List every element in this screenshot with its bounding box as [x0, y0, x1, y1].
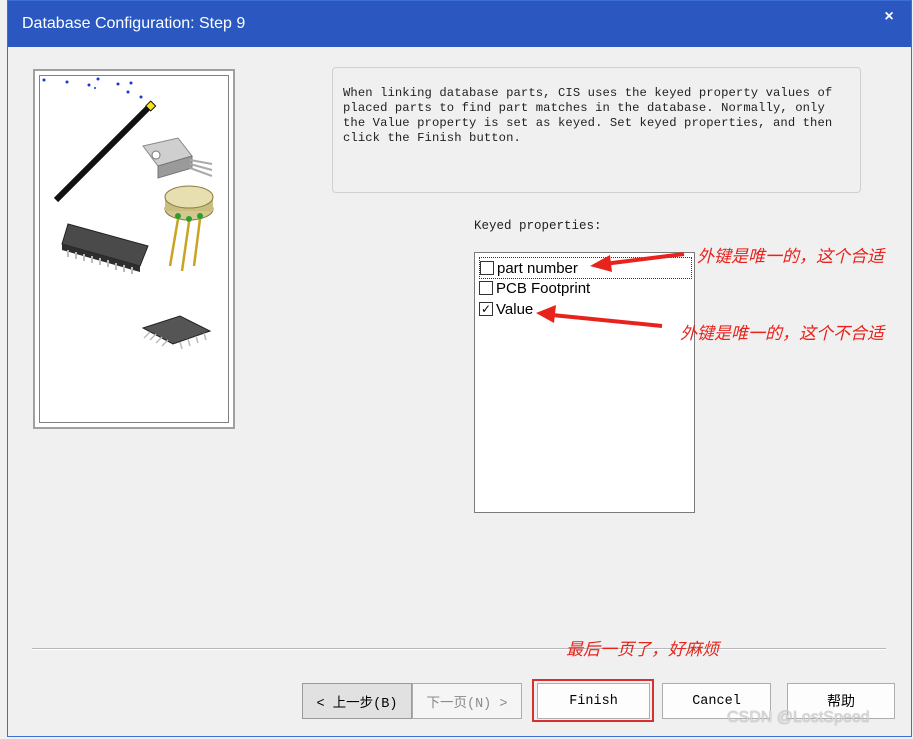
close-icon[interactable]: ×	[877, 7, 901, 27]
checkbox-pcb-footprint[interactable]	[479, 281, 493, 295]
instructions-line: When linking database parts, CIS uses th…	[343, 86, 833, 100]
annotation-finish: 最后一页了，好麻烦	[566, 640, 719, 659]
qfp-chip-icon	[141, 315, 212, 350]
keyed-properties-label: Keyed properties:	[474, 219, 602, 233]
checkbox-part-number[interactable]	[480, 261, 494, 275]
wizard-illustration	[33, 69, 235, 429]
dialog-window: Database Configuration: Step 9 × When li…	[7, 0, 912, 737]
title-bar[interactable]: Database Configuration: Step 9 ×	[8, 1, 911, 47]
watermark: CSDN @LostSpeed	[727, 709, 870, 726]
instructions-panel: When linking database parts, CIS uses th…	[332, 67, 861, 193]
list-item-label: Value	[496, 300, 534, 318]
window-title: Database Configuration: Step 9	[22, 15, 246, 32]
checkbox-value[interactable]: ✓	[479, 302, 493, 316]
annotation-part-number: 外键是唯一的，这个合适	[697, 247, 884, 266]
list-item-part-number[interactable]: part number	[479, 257, 692, 279]
finish-button[interactable]: Finish	[537, 683, 650, 719]
button-separator	[32, 648, 886, 650]
list-item-value[interactable]: ✓ Value	[479, 299, 533, 319]
list-item-label: PCB Footprint	[496, 279, 591, 297]
transistor-icon	[164, 185, 214, 272]
wand-icon	[53, 103, 153, 203]
annotation-value: 外键是唯一的，这个不合适	[680, 324, 884, 343]
instructions-text: When linking database parts, CIS uses th…	[343, 86, 848, 146]
instructions-line: placed parts to find part matches in the…	[343, 101, 825, 115]
instructions-line: the Value property is set as keyed. Set …	[343, 116, 833, 130]
regulator-icon	[142, 137, 213, 179]
dip-chip-icon	[61, 223, 149, 274]
illustration-border	[39, 75, 229, 423]
back-button[interactable]: < 上一步(B)	[302, 683, 412, 719]
list-item-pcb-footprint[interactable]: PCB Footprint	[479, 278, 590, 298]
next-button[interactable]: 下一页(N) >	[412, 683, 522, 719]
components-illustration	[42, 77, 214, 350]
instructions-line: click the Finish button.	[343, 131, 521, 145]
checkmark-icon: ✓	[480, 302, 492, 316]
keyed-properties-list[interactable]: part number PCB Footprint ✓ Value	[474, 252, 695, 513]
sparkle-dots	[42, 77, 143, 99]
list-item-label: part number	[497, 259, 578, 277]
